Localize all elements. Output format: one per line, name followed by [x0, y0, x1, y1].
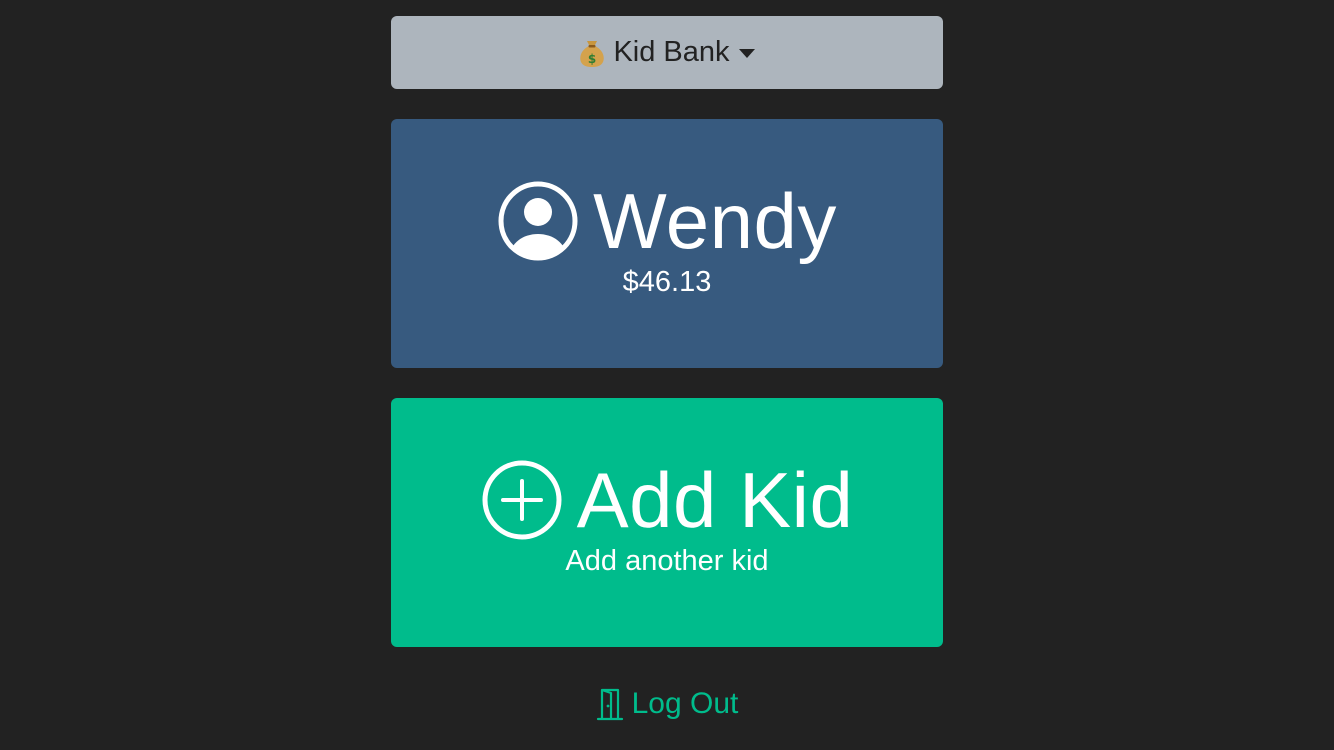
- add-kid-subtitle: Add another kid: [565, 545, 769, 577]
- svg-text:$: $: [588, 52, 596, 66]
- kid-card-header: Wendy: [391, 179, 943, 263]
- add-kid-header: Add Kid: [391, 458, 943, 542]
- kid-card-wendy[interactable]: Wendy $46.13: [391, 119, 943, 368]
- door-icon: [596, 687, 624, 721]
- plus-circle-icon: [481, 459, 563, 541]
- bank-menu-dropdown[interactable]: $ Kid Bank: [391, 16, 943, 89]
- money-bag-icon: $: [579, 38, 605, 68]
- logout-label: Log Out: [631, 687, 739, 720]
- app-title: Kid Bank: [613, 36, 730, 68]
- add-kid-card[interactable]: Add Kid Add another kid: [391, 398, 943, 647]
- app-root: $ Kid Bank Wendy $46.13 Add Kid Add anot…: [0, 0, 1334, 750]
- kid-name: Wendy: [593, 177, 837, 265]
- logout-link[interactable]: Log Out: [0, 684, 1334, 724]
- add-kid-title: Add Kid: [576, 456, 854, 544]
- user-circle-icon: [497, 180, 579, 262]
- kid-balance: $46.13: [622, 266, 712, 298]
- caret-down-icon: [738, 49, 755, 58]
